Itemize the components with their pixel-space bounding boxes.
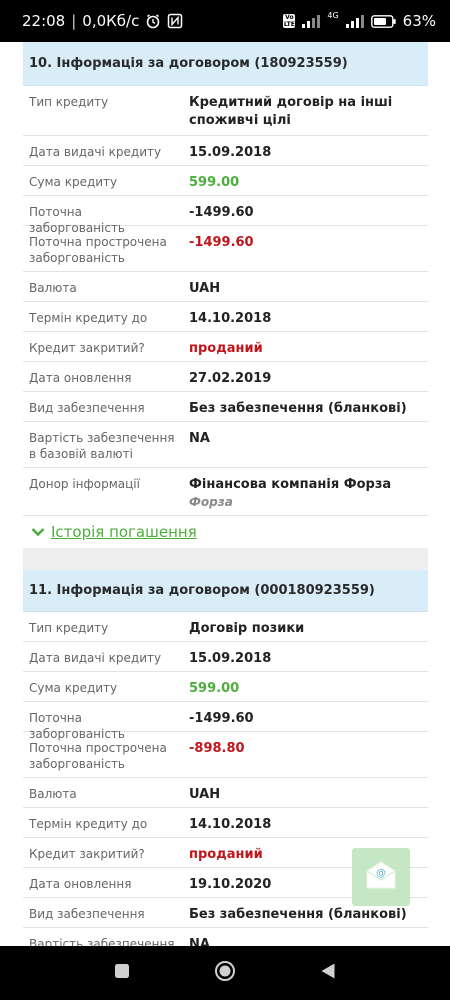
row-current-debt: Поточна заборгованість -1499.60 <box>23 702 428 741</box>
row-label: Кредит закритий? <box>29 847 145 861</box>
row-value-wrap: Фінансова компанія Форза Форза <box>183 468 428 515</box>
nfc-icon <box>167 13 183 29</box>
row-label: Поточна заборгованість <box>29 711 126 741</box>
battery-level: 63% <box>402 12 436 30</box>
row-value: проданий <box>189 341 263 356</box>
row-credit-amount: Сума кредиту 599.00 <box>23 672 428 702</box>
row-value: 15.09.2018 <box>189 145 272 160</box>
row-overdue-debt: Поточна прострочена заборгованість -1499… <box>23 226 428 272</box>
row-credit-amount: Сума кредиту 599.00 <box>23 166 428 196</box>
row-value: 599.00 <box>189 175 240 190</box>
row-current-debt: Поточна заборгованість -1499.60 <box>23 196 428 235</box>
row-label: Донор інформації <box>29 477 140 491</box>
row-value: 14.10.2018 <box>189 311 272 326</box>
square-icon <box>114 963 130 984</box>
row-sub-value: Форза <box>189 495 233 509</box>
row-value: UAH <box>189 787 221 802</box>
row-term: Термін кредиту до 14.10.2018 <box>23 808 428 838</box>
row-currency: Валюта UAH <box>23 272 428 302</box>
row-value: Без забезпечення (бланкові) <box>189 401 407 416</box>
row-label: Дата оновлення <box>29 877 132 891</box>
signal-icon-2 <box>345 14 365 28</box>
row-label: Вартість забезпечення в базовій валюті <box>29 937 175 946</box>
status-right: Vo LTE 4G 63% <box>283 10 436 30</box>
row-value: 14.10.2018 <box>189 817 272 832</box>
alarm-icon <box>145 13 161 29</box>
row-label: Поточна прострочена заборгованість <box>29 235 167 265</box>
row-issue-date: Дата видачі кредиту 15.09.2018 <box>23 136 428 166</box>
contract-card-10: 10. Інформація за договором (180923559) … <box>23 42 428 548</box>
battery-icon <box>370 14 397 28</box>
card-separator <box>23 548 428 570</box>
signal-icon <box>301 14 321 28</box>
row-value: 27.02.2019 <box>189 371 272 386</box>
row-value: NA <box>189 937 210 946</box>
network-speed: 0,0Кб/с <box>82 12 140 30</box>
row-info-donor: Донор інформації Фінансова компанія Форз… <box>23 468 428 516</box>
row-value: -1499.60 <box>189 205 254 220</box>
row-update-date: Дата оновлення 27.02.2019 <box>23 362 428 392</box>
history-link[interactable]: Історія погашення <box>23 516 428 548</box>
row-closed: Кредит закритий? проданий <box>23 332 428 362</box>
row-label: Кредит закритий? <box>29 341 145 355</box>
row-value: Кредитний договір на інші споживчі цілі <box>189 95 393 128</box>
circle-icon <box>214 960 236 987</box>
row-value: UAH <box>189 281 221 296</box>
separator: | <box>71 12 77 30</box>
volte-icon: Vo LTE <box>283 14 296 28</box>
row-value: 599.00 <box>189 681 240 696</box>
row-credit-type: Тип кредиту Договір позики <box>23 612 428 642</box>
home-button[interactable] <box>205 953 245 993</box>
row-label: Валюта <box>29 281 77 295</box>
triangle-back-icon <box>320 962 336 985</box>
row-collateral-value: Вартість забезпечення в базовій валюті N… <box>23 928 428 946</box>
row-label: Тип кредиту <box>29 95 109 109</box>
row-value: 15.09.2018 <box>189 651 272 666</box>
navigation-bar <box>0 946 450 1000</box>
row-overdue-debt: Поточна прострочена заборгованість -898.… <box>23 732 428 778</box>
row-issue-date: Дата видачі кредиту 15.09.2018 <box>23 642 428 672</box>
row-value: -898.80 <box>189 741 245 756</box>
row-label: Дата видачі кредиту <box>29 145 162 159</box>
row-label: Поточна заборгованість <box>29 205 126 235</box>
contract-header: 11. Інформація за договором (00018092355… <box>23 570 428 612</box>
mail-icon: @ <box>364 860 398 895</box>
row-label: Термін кредиту до <box>29 817 148 831</box>
history-link-label[interactable]: Історія погашення <box>51 523 197 541</box>
row-credit-type: Тип кредиту Кредитний договір на інші сп… <box>23 86 428 136</box>
row-label: Термін кредиту до <box>29 311 148 325</box>
contract-header: 10. Інформація за договором (180923559) <box>23 42 428 86</box>
row-value: -1499.60 <box>189 235 254 250</box>
row-label: Вид забезпечення <box>29 907 145 921</box>
row-label: Валюта <box>29 787 77 801</box>
row-label: Сума кредиту <box>29 175 118 189</box>
row-currency: Валюта UAH <box>23 778 428 808</box>
chevron-down-icon <box>31 523 45 541</box>
row-label: Сума кредиту <box>29 681 118 695</box>
row-term: Термін кредиту до 14.10.2018 <box>23 302 428 332</box>
row-value: Договір позики <box>189 621 305 636</box>
mail-button[interactable]: @ <box>352 848 410 906</box>
row-label: Дата оновлення <box>29 371 132 385</box>
row-label: Дата видачі кредиту <box>29 651 162 665</box>
network-badge: 4G <box>327 10 339 20</box>
status-bar: 22:08 | 0,0Кб/с Vo LTE 4G 63% <box>0 0 450 42</box>
status-left: 22:08 | 0,0Кб/с <box>22 12 183 30</box>
svg-text:@: @ <box>376 868 386 879</box>
row-value: -1499.60 <box>189 711 254 726</box>
row-collateral-value: Вартість забезпечення в базовій валюті N… <box>23 422 428 468</box>
row-value: Фінансова компанія Форза <box>189 477 392 492</box>
row-label: Поточна прострочена заборгованість <box>29 741 167 771</box>
credit-report-content[interactable]: 10. Інформація за договором (180923559) … <box>0 42 450 946</box>
back-button[interactable] <box>308 953 348 993</box>
row-label: Вид забезпечення <box>29 401 145 415</box>
row-collateral-type: Вид забезпечення Без забезпечення (бланк… <box>23 392 428 422</box>
row-label: Тип кредиту <box>29 621 109 635</box>
row-label: Вартість забезпечення в базовій валюті <box>29 431 175 461</box>
recent-apps-button[interactable] <box>102 953 142 993</box>
clock: 22:08 <box>22 12 66 30</box>
row-value: NA <box>189 431 210 446</box>
